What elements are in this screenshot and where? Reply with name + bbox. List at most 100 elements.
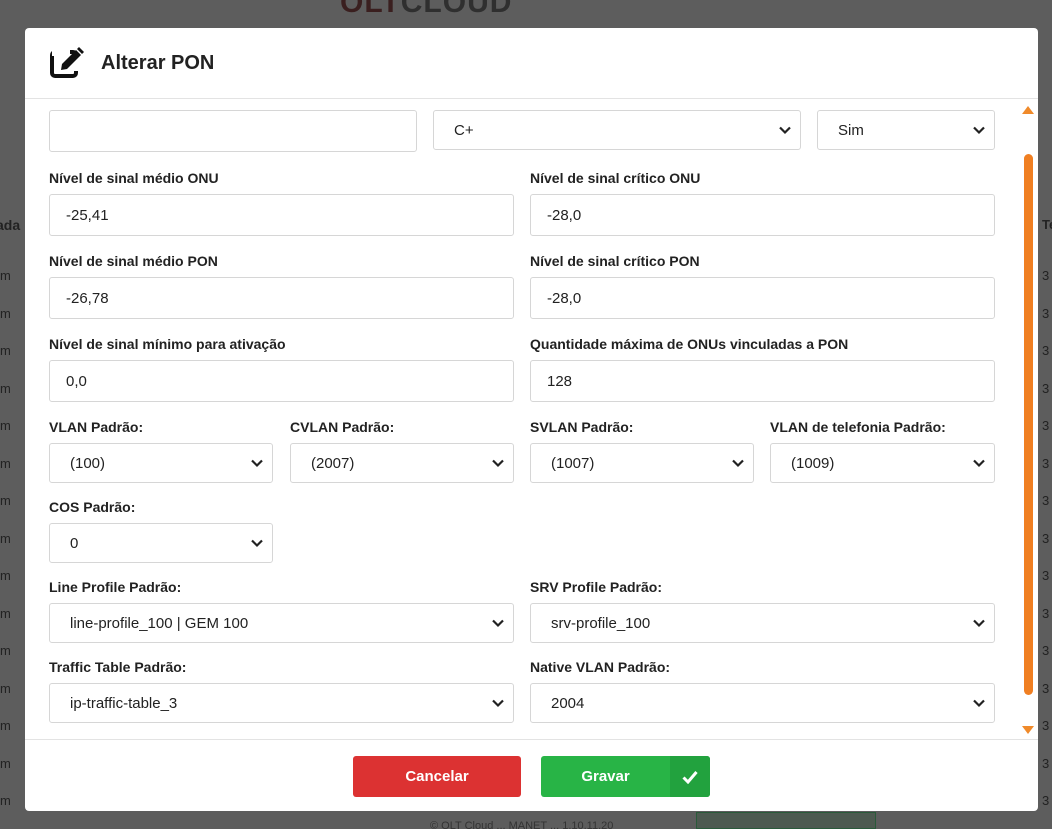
chevron-down-icon: [973, 459, 985, 468]
label-srv-profile: SRV Profile Padrão:: [530, 579, 663, 595]
svlan-select-value: (1007): [551, 454, 595, 472]
chevron-down-icon: [732, 459, 744, 468]
vlan-telefonia-select[interactable]: (1009): [770, 443, 995, 483]
background-table-left: ada m m m m m m m m m m m m m m m: [0, 0, 25, 829]
background-left-cell: m: [0, 493, 11, 508]
save-check-area: [670, 756, 710, 797]
label-sinal-minimo: Nível de sinal mínimo para ativação: [49, 336, 286, 352]
chevron-down-icon: [973, 126, 985, 135]
label-cos: COS Padrão:: [49, 499, 136, 515]
background-left-cell: m: [0, 680, 11, 696]
background-left-cell: m: [0, 718, 11, 733]
background-left-cell: m: [0, 455, 11, 471]
label-traffic-table: Traffic Table Padrão:: [49, 659, 187, 675]
native-vlan-select-value: 2004: [551, 694, 585, 712]
background-left-cell: m: [0, 755, 11, 771]
background-right-cell: 3: [1042, 380, 1050, 396]
label-sinal-medio-onu: Nível de sinal médio ONU: [49, 170, 219, 186]
chevron-down-icon: [492, 459, 504, 468]
srv-profile-select[interactable]: srv-profile_100: [530, 603, 995, 643]
modal-footer: Cancelar Gravar: [25, 739, 1038, 811]
background-right-cell: 3: [1042, 493, 1050, 508]
background-right-cell: 3: [1042, 305, 1050, 321]
sinal-medio-onu-input[interactable]: -25,41: [49, 194, 514, 236]
chevron-down-icon: [492, 699, 504, 708]
background-left-cell: m: [0, 793, 11, 808]
cvlan-select[interactable]: (2007): [290, 443, 514, 483]
background-left-cell: m: [0, 418, 11, 433]
svlan-select[interactable]: (1007): [530, 443, 754, 483]
chevron-down-icon: [492, 619, 504, 628]
top-text-input[interactable]: [49, 110, 417, 152]
label-qtd-max-onus: Quantidade máxima de ONUs vinculadas a P…: [530, 336, 849, 352]
background-right-cell: 3: [1042, 530, 1050, 546]
label-sinal-medio-pon: Nível de sinal médio PON: [49, 253, 218, 269]
label-native-vlan: Native VLAN Padrão:: [530, 659, 671, 675]
native-vlan-select[interactable]: 2004: [530, 683, 995, 723]
modal-body: C+ Sim Nível de sinal médio ONU -25,41 N…: [25, 99, 1038, 739]
line-profile-select[interactable]: line-profile_100 | GEM 100: [49, 603, 514, 643]
label-vlan-telefonia: VLAN de telefonia Padrão:: [770, 419, 946, 435]
label-svlan: SVLAN Padrão:: [530, 419, 634, 435]
scrollbar-thumb[interactable]: [1024, 154, 1033, 695]
cancel-button[interactable]: Cancelar: [353, 756, 521, 797]
modal-title: Alterar PON: [101, 51, 215, 74]
label-line-profile: Line Profile Padrão:: [49, 579, 182, 595]
sinal-minimo-input[interactable]: 0,0: [49, 360, 514, 402]
vlan-telefonia-select-value: (1009): [791, 454, 835, 472]
background-right-cell: 3: [1042, 643, 1050, 658]
background-left-cell: m: [0, 343, 11, 358]
background-right-cell: 3: [1042, 343, 1050, 358]
traffic-table-select[interactable]: ip-traffic-table_3: [49, 683, 514, 723]
background-left-cell: m: [0, 643, 11, 658]
chevron-down-icon: [251, 459, 263, 468]
background-table-right: Te 3 3 3 3 3 3 3 3 3 3 3 3 3 3 3: [1038, 0, 1052, 829]
label-sinal-critico-pon: Nível de sinal crítico PON: [530, 253, 700, 269]
line-profile-select-value: line-profile_100 | GEM 100: [70, 614, 249, 632]
sinal-medio-pon-input[interactable]: -26,78: [49, 277, 514, 319]
label-vlan: VLAN Padrão:: [49, 419, 144, 435]
background-right-cell: 3: [1042, 718, 1050, 733]
scroll-down-arrow[interactable]: [1022, 726, 1034, 734]
scroll-up-arrow[interactable]: [1022, 106, 1034, 114]
vlan-select-value: (100): [70, 454, 106, 472]
cvlan-select-value: (2007): [311, 454, 355, 472]
save-button-label: Gravar: [581, 768, 630, 785]
vlan-select[interactable]: (100): [49, 443, 273, 483]
chevron-down-icon: [251, 539, 263, 548]
background-right-header: Te: [1042, 217, 1052, 232]
check-icon: [682, 770, 698, 784]
alterar-pon-modal: Alterar PON C+ Sim Nível de sinal médio …: [25, 28, 1038, 811]
background-right-cell: 3: [1042, 418, 1050, 433]
save-button[interactable]: Gravar: [541, 756, 710, 797]
background-right-cell: 3: [1042, 455, 1050, 471]
qtd-max-onus-input[interactable]: 128: [530, 360, 995, 402]
background-left-cell: m: [0, 530, 11, 546]
top-select-2-value: Sim: [838, 121, 864, 139]
top-select[interactable]: C+: [433, 110, 801, 150]
top-select-2[interactable]: Sim: [817, 110, 995, 150]
background-right-cell: 3: [1042, 568, 1050, 583]
sinal-critico-pon-input[interactable]: -28,0: [530, 277, 995, 319]
background-right-cell: 3: [1042, 680, 1050, 696]
background-right-cell: 3: [1042, 755, 1050, 771]
label-sinal-critico-onu: Nível de sinal crítico ONU: [530, 170, 701, 186]
background-box: [696, 812, 876, 829]
traffic-table-select-value: ip-traffic-table_3: [70, 694, 178, 712]
background-left-cell: m: [0, 380, 11, 396]
chevron-down-icon: [973, 699, 985, 708]
top-select-value: C+: [454, 121, 474, 139]
modal-header: Alterar PON: [25, 28, 1038, 99]
background-right-cell: 3: [1042, 605, 1050, 621]
sinal-critico-onu-input[interactable]: -28,0: [530, 194, 995, 236]
background-logo: OLTCLOUD: [340, 0, 513, 19]
chevron-down-icon: [973, 619, 985, 628]
background-left-cell: m: [0, 605, 11, 621]
label-cvlan: CVLAN Padrão:: [290, 419, 395, 435]
srv-profile-select-value: srv-profile_100: [551, 614, 651, 632]
background-left-cell: m: [0, 268, 11, 283]
background-left-cell: m: [0, 305, 11, 321]
background-left-cell: m: [0, 568, 11, 583]
background-right-cell: 3: [1042, 268, 1050, 283]
cos-select[interactable]: 0: [49, 523, 273, 563]
